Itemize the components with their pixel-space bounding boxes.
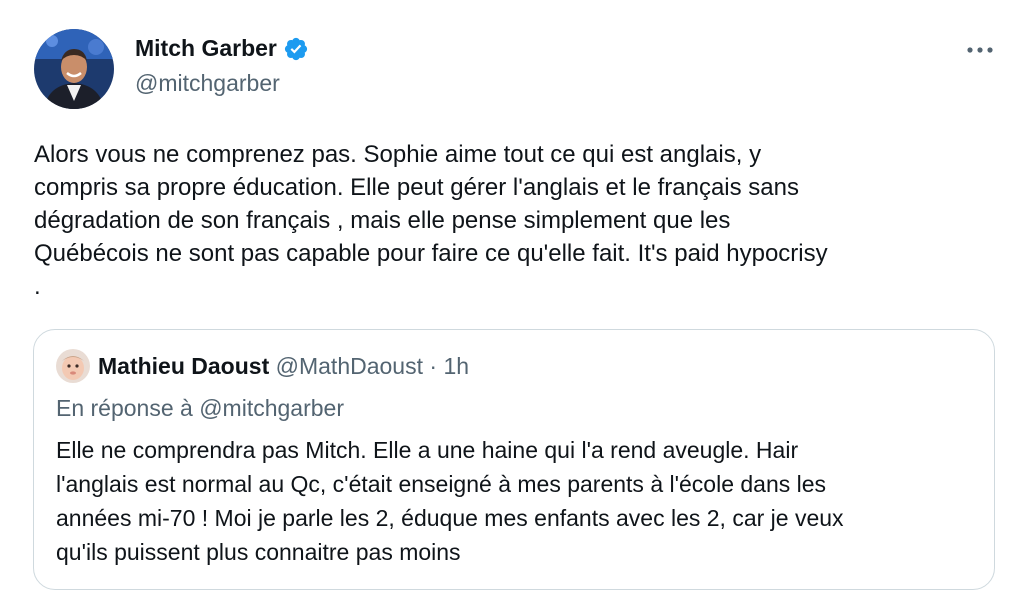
quoted-reply-context: En réponse à @mitchgarber — [56, 395, 344, 421]
verified-badge-icon — [283, 36, 309, 62]
author-name-text[interactable]: Mitch Garber — [135, 35, 277, 62]
quoted-timestamp[interactable]: 1h — [443, 353, 469, 379]
author-handle[interactable]: @mitchgarber — [135, 70, 280, 97]
tweet-text: Alors vous ne comprenez pas. Sophie aime… — [34, 141, 828, 300]
quoted-text: Elle ne comprendra pas Mitch. Elle a une… — [56, 437, 844, 565]
quoted-author-avatar[interactable] — [56, 349, 90, 383]
quoted-author-handle[interactable]: @MathDaoust — [276, 353, 423, 379]
quoted-separator: · — [429, 353, 444, 379]
quoted-author-name[interactable]: Mathieu Daoust — [98, 353, 269, 379]
author-name[interactable]: Mitch Garber — [135, 35, 309, 62]
quoted-header: Mathieu Daoust @MathDaoust · 1h — [98, 353, 469, 380]
tweet: Mitch Garber @mitchgarber Alors vous ne … — [0, 0, 1030, 608]
more-options-icon[interactable] — [964, 38, 996, 62]
quoted-tweet[interactable]: Mathieu Daoust @MathDaoust · 1h En répon… — [33, 329, 995, 590]
author-avatar[interactable] — [34, 29, 114, 109]
